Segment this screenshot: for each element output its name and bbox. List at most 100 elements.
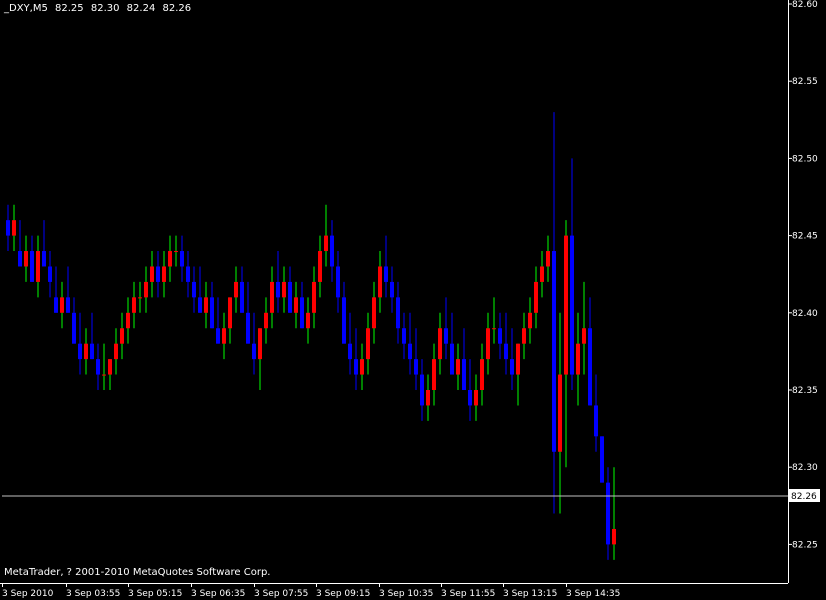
open-value: 82.25 — [55, 3, 84, 14]
x-tick-label: 3 Sep 05:15 — [128, 589, 182, 599]
candle-body — [36, 251, 40, 282]
symbol-label: _DXY,M5 — [4, 3, 48, 14]
candle-body — [552, 251, 556, 452]
candle-body — [228, 297, 232, 329]
candle-body — [522, 328, 526, 344]
candle-body — [558, 374, 562, 452]
candle-body — [336, 266, 340, 298]
candle-body — [180, 251, 184, 267]
candle-body — [252, 343, 256, 360]
last-price-label: 82.26 — [789, 489, 820, 502]
candle-body — [408, 343, 412, 360]
candle-body — [288, 281, 292, 313]
candle-body — [168, 251, 172, 267]
candle-body — [444, 328, 448, 344]
candle-body — [354, 359, 358, 375]
price-chart[interactable]: 82.60 82.55 82.50 82.45 82.40 82.35 82.30 82.25… — [0, 0, 826, 600]
candle-body — [600, 436, 604, 483]
chart-background — [0, 0, 826, 600]
x-tick-label: 3 Sep 10:35 — [379, 589, 433, 599]
candle-body — [366, 328, 370, 360]
candle-body — [18, 251, 22, 267]
candle-body — [132, 297, 136, 313]
candle-body — [144, 281, 148, 298]
candle-body — [426, 390, 430, 406]
candle-body — [432, 359, 436, 390]
candle-body — [450, 343, 454, 375]
y-tick-label: 82.40 — [792, 309, 818, 319]
candle-body — [420, 374, 424, 406]
candle-body — [480, 359, 484, 390]
x-tick-label: 3 Sep 06:35 — [191, 589, 245, 599]
candle-body — [126, 312, 130, 329]
candle-body — [108, 359, 112, 375]
candle-body — [54, 297, 58, 313]
chart-header: _DXY,M5 82.25 82.30 82.24 82.26 — [4, 3, 195, 14]
candle-body — [216, 328, 220, 344]
candle-body — [486, 328, 490, 360]
candle-body — [102, 374, 106, 376]
candle-body — [72, 312, 76, 344]
candle-body — [570, 235, 574, 375]
candle-body — [540, 266, 544, 282]
candle-body — [546, 251, 550, 267]
candle-body — [348, 343, 352, 360]
candle-body — [198, 297, 202, 313]
candle-body — [504, 343, 508, 360]
candle-body — [468, 390, 472, 406]
candle-body — [156, 266, 160, 282]
candle-body — [204, 297, 208, 313]
candle-body — [282, 281, 286, 298]
candle-body — [516, 343, 520, 375]
candle-body — [240, 281, 244, 313]
candle-body — [312, 281, 316, 313]
x-tick-label: 3 Sep 14:35 — [566, 589, 620, 599]
candle-body — [528, 312, 532, 329]
candle-body — [66, 297, 70, 313]
candle-body — [342, 297, 346, 344]
x-tick-label: 3 Sep 09:15 — [316, 589, 370, 599]
candle-body — [246, 312, 250, 344]
candle-body — [612, 528, 616, 545]
y-tick-label: 82.55 — [792, 77, 818, 87]
candle-body — [318, 251, 322, 282]
candle-body — [210, 297, 214, 329]
candle-body — [186, 266, 190, 282]
candle-body — [120, 328, 124, 344]
candle-body — [96, 359, 100, 375]
candle-body — [222, 328, 226, 344]
y-tick-label: 82.30 — [792, 463, 818, 473]
candle-body — [30, 251, 34, 282]
candle-body — [300, 297, 304, 329]
candle-body — [78, 343, 82, 360]
low-value: 82.24 — [126, 3, 156, 14]
candle-body — [60, 297, 64, 313]
candle-body — [606, 482, 610, 545]
candle-body — [234, 281, 238, 298]
candle-body — [42, 251, 46, 267]
candle-body — [456, 359, 460, 375]
candle-body — [414, 359, 418, 375]
candle-body — [438, 328, 442, 360]
candle-body — [258, 328, 262, 360]
candle-body — [390, 281, 394, 298]
candle-body — [192, 281, 196, 298]
last-price-label-text: 82.26 — [791, 492, 817, 502]
candle-body — [576, 343, 580, 375]
y-tick-label: 82.45 — [792, 232, 818, 242]
candle-body — [12, 220, 16, 236]
candle-body — [90, 343, 94, 360]
candle-body — [6, 220, 10, 236]
candle-body — [396, 297, 400, 329]
y-tick-label: 82.60 — [792, 0, 818, 10]
candle-body — [384, 266, 388, 282]
candle-body — [138, 297, 142, 299]
candle-body — [510, 359, 514, 375]
candle-body — [174, 251, 178, 253]
x-tick-label: 3 Sep 13:15 — [503, 589, 557, 599]
candle-body — [582, 328, 586, 344]
candle-body — [48, 266, 52, 282]
candle-body — [24, 251, 28, 267]
candle-body — [474, 390, 478, 406]
candle-body — [360, 359, 364, 375]
